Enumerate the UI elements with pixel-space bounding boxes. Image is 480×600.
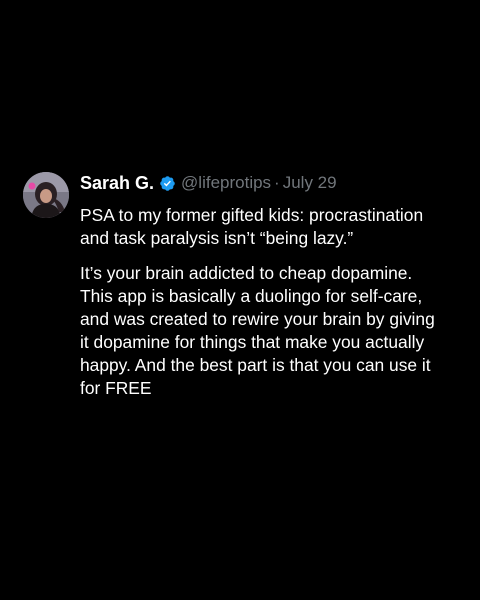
- verified-badge-icon: [159, 175, 176, 192]
- author-handle[interactable]: @lifeprotips: [181, 173, 271, 193]
- header-separator: ·: [274, 173, 280, 192]
- tweet-text-paragraph-1: PSA to my former gifted kids: procrastin…: [80, 205, 424, 248]
- avatar[interactable]: [23, 172, 69, 218]
- tweet-content: Sarah G. @lifeprotips · July 29 PSA to m…: [80, 170, 463, 400]
- tweet-date[interactable]: July 29: [283, 173, 337, 193]
- author-name[interactable]: Sarah G.: [80, 173, 154, 194]
- tweet-text-paragraph-2: It’s your brain addicted to cheap dopami…: [80, 263, 435, 398]
- avatar-image: [23, 172, 69, 218]
- tweet-header: Sarah G. @lifeprotips · July 29: [80, 170, 463, 196]
